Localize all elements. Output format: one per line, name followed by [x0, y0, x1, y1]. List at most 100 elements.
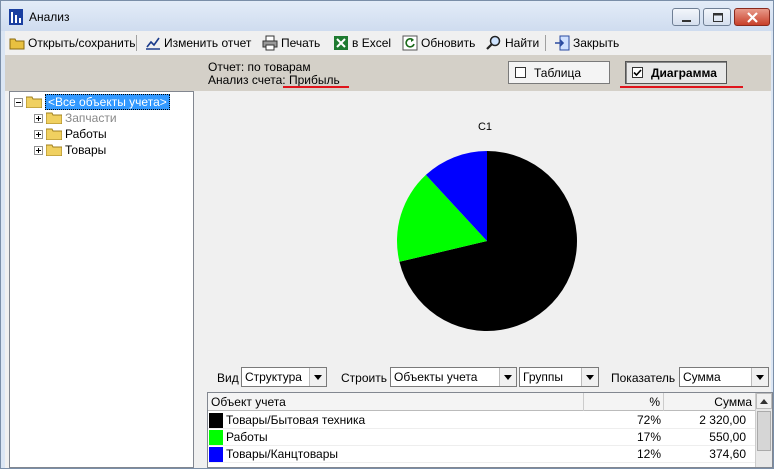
analysis-highlight [283, 86, 349, 88]
open-folder-icon [9, 38, 25, 50]
analysis-info: Анализ счета: Прибыль [208, 73, 340, 87]
indicator-select[interactable]: Сумма [679, 367, 769, 387]
indicator-select-value: Сумма [683, 370, 721, 384]
analysis-value: Прибыль [288, 73, 340, 87]
chevron-down-icon [581, 368, 598, 386]
tree-item-parts[interactable]: Запчасти [34, 110, 117, 126]
tree-item-goods[interactable]: Товары [34, 142, 106, 158]
expand-toggle[interactable] [34, 145, 43, 155]
grid-header: Объект учета % Сумма [208, 393, 756, 411]
object-tree[interactable]: <Все объекты учета> Запчасти Работы Това… [9, 91, 194, 468]
minimize-icon [682, 20, 691, 22]
close-label: Закрыть [573, 36, 620, 50]
maximize-button[interactable] [703, 8, 731, 26]
build-select[interactable]: Объекты учета [390, 367, 517, 387]
group-select-value: Группы [523, 370, 563, 384]
sum-cell: 550,00 [709, 430, 746, 444]
scroll-thumb[interactable] [757, 411, 771, 451]
pie-chart [397, 151, 577, 331]
sum-cell: 374,60 [709, 447, 746, 461]
tree-item-label: Товары [65, 143, 107, 157]
checkmark-icon [633, 69, 642, 77]
expand-toggle[interactable] [34, 113, 43, 123]
tree-root-label: <Все объекты учета> [45, 94, 170, 110]
edit-report-button[interactable]: Изменить отчет [145, 33, 251, 53]
column-header-sum[interactable]: Сумма [664, 393, 756, 411]
data-grid[interactable]: Объект учета % Сумма Товары/Бытовая техн… [207, 392, 773, 468]
tree-item-root[interactable]: <Все объекты учета> [14, 94, 170, 110]
color-swatch [209, 430, 223, 445]
chevron-down-icon [499, 368, 516, 386]
refresh-label: Обновить [421, 36, 476, 50]
title-bar: Анализ [1, 1, 773, 31]
sum-cell: 2 320,00 [699, 413, 746, 427]
view-select-value: Структура [245, 370, 302, 384]
chart-checkbox[interactable] [632, 67, 643, 78]
group-select[interactable]: Группы [519, 367, 599, 387]
analysis-window: Анализ Открыть/сохранить Изменить отчет … [0, 0, 774, 469]
open-save-button[interactable]: Открыть/сохранить [9, 33, 136, 53]
excel-label: в Excel [352, 36, 392, 50]
build-label: Строить [341, 371, 387, 385]
tree-item-works[interactable]: Работы [34, 126, 107, 142]
main-content: Отчет: по товарам Анализ счета: Прибыль … [5, 55, 773, 468]
minimize-button[interactable] [672, 8, 700, 26]
folder-icon [46, 128, 62, 140]
close-window-button[interactable] [734, 8, 770, 26]
chart-toggle-label: Диаграмма [651, 65, 717, 80]
table-toggle-label: Таблица [534, 65, 582, 80]
refresh-icon [402, 35, 418, 51]
view-label: Вид [217, 371, 239, 385]
grid-scrollbar[interactable] [755, 393, 772, 467]
close-button[interactable]: Закрыть [554, 33, 619, 53]
table-checkbox[interactable] [515, 67, 526, 78]
analysis-label: Анализ счета: [208, 73, 286, 87]
edit-chart-icon [146, 37, 160, 50]
build-select-value: Объекты учета [394, 370, 478, 384]
excel-button[interactable]: в Excel [333, 33, 391, 53]
close-icon [747, 12, 758, 23]
color-swatch [209, 413, 223, 428]
expand-toggle[interactable] [34, 129, 43, 139]
table-row[interactable]: Товары/Канцтовары 12% 374,60 [208, 446, 756, 463]
percent-cell: 17% [636, 430, 661, 444]
excel-icon [334, 36, 348, 50]
percent-cell: 72% [636, 413, 661, 427]
app-icon [9, 9, 23, 25]
exit-icon [555, 35, 570, 51]
tree-item-label: Запчасти [65, 111, 117, 125]
search-icon [486, 35, 501, 50]
edit-report-label: Изменить отчет [164, 36, 252, 50]
column-header-object[interactable]: Объект учета [208, 393, 584, 411]
table-toggle[interactable]: Таблица [508, 61, 610, 84]
report-label: Отчет: [208, 60, 245, 74]
report-info: Отчет: по товарам [208, 60, 311, 74]
print-label: Печать [281, 36, 321, 50]
chart-controls: Вид Структура Строить Объекты учета Груп… [195, 365, 771, 389]
info-strip: Отчет: по товарам Анализ счета: Прибыль … [5, 55, 771, 91]
color-swatch [209, 447, 223, 462]
toolbar-separator [545, 35, 546, 51]
refresh-button[interactable]: Обновить [402, 33, 475, 53]
print-button[interactable]: Печать [262, 33, 320, 53]
table-row[interactable]: Товары/Бытовая техника 72% 2 320,00 [208, 412, 756, 429]
column-header-percent[interactable]: % [584, 393, 664, 411]
window-title: Анализ [29, 10, 70, 24]
tree-item-label: Работы [65, 127, 107, 141]
chevron-down-icon [309, 368, 326, 386]
maximize-icon [713, 13, 723, 22]
folder-icon [46, 112, 62, 124]
view-select[interactable]: Структура [241, 367, 327, 387]
scroll-up-arrow-icon[interactable] [756, 393, 772, 409]
printer-icon [262, 35, 278, 51]
report-value: по товарам [247, 60, 311, 74]
percent-cell: 12% [636, 447, 661, 461]
toolbar-separator [136, 35, 137, 51]
indicator-label: Показатель [611, 371, 676, 385]
find-button[interactable]: Найти [486, 33, 539, 53]
chart-toggle[interactable]: Диаграмма [625, 61, 727, 84]
table-row[interactable]: Работы 17% 550,00 [208, 429, 756, 446]
object-cell: Товары/Бытовая техника [226, 413, 366, 427]
collapse-toggle[interactable] [14, 97, 23, 107]
find-label: Найти [505, 36, 540, 50]
